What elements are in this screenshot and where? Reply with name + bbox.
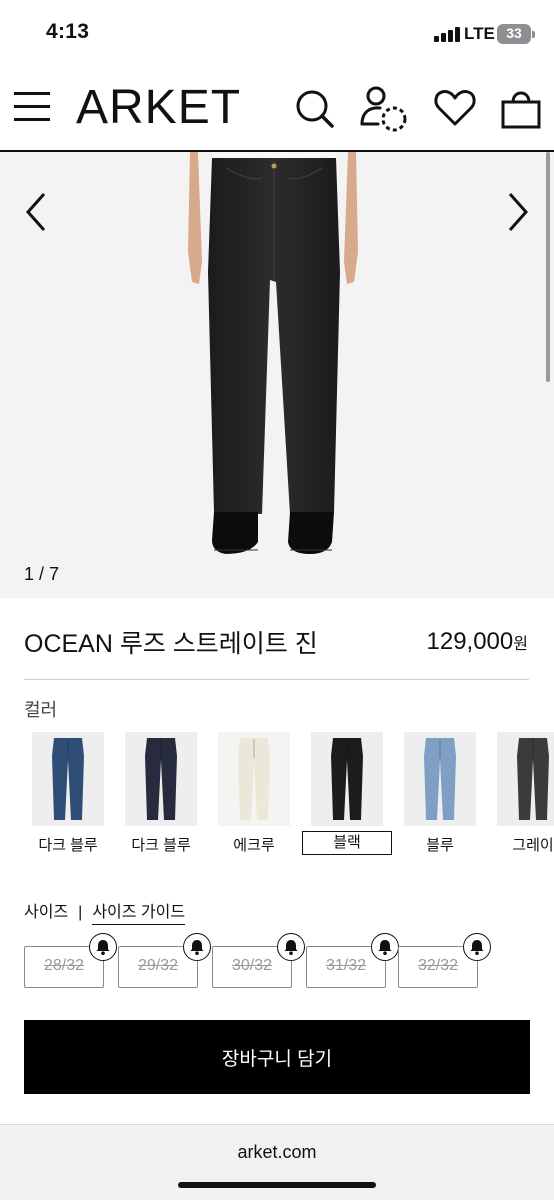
- size-guide-link[interactable]: 사이즈 가이드: [92, 904, 186, 925]
- price-currency: 원: [513, 636, 528, 653]
- product-title: OCEAN 루즈 스트레이트 진: [24, 630, 318, 658]
- size-option-label: 31/32: [325, 957, 367, 974]
- color-swatch-list: 다크 블루 다크 블루 에크루 블랙 블루 그레이: [20, 730, 554, 860]
- previous-image-arrow-icon[interactable]: [18, 190, 58, 234]
- color-swatch-label: 다크 블루: [38, 837, 98, 854]
- color-swatch[interactable]: 블랙: [299, 730, 392, 856]
- color-swatch-image: [497, 732, 554, 826]
- add-to-cart-button[interactable]: 장바구니 담기: [24, 1020, 530, 1094]
- size-option[interactable]: 29/32: [118, 933, 211, 988]
- color-swatch[interactable]: 블루: [392, 730, 485, 856]
- stock-alert-bell-icon[interactable]: [463, 933, 491, 961]
- battery-icon: 33: [497, 24, 531, 44]
- browser-url[interactable]: arket.com: [0, 1142, 554, 1163]
- menu-icon[interactable]: [14, 90, 50, 124]
- size-option-label: 32/32: [417, 957, 459, 974]
- product-price: 129,000원: [427, 628, 529, 656]
- status-bar: 4:13 LTE 33: [0, 0, 554, 66]
- battery-level: 33: [506, 25, 522, 41]
- size-option-label: 30/32: [231, 957, 273, 974]
- divider: [24, 679, 529, 680]
- color-swatch[interactable]: 다크 블루: [113, 730, 206, 856]
- color-swatch[interactable]: 에크루: [206, 730, 299, 856]
- browser-bottom-bar: arket.com: [0, 1124, 554, 1200]
- size-option[interactable]: 32/32: [398, 933, 491, 988]
- color-swatch-image: [404, 732, 476, 826]
- color-swatch-image: [32, 732, 104, 826]
- size-option[interactable]: 30/32: [212, 933, 305, 988]
- shopping-bag-icon[interactable]: [500, 86, 544, 130]
- stock-alert-bell-icon[interactable]: [277, 933, 305, 961]
- color-swatch-label: 에크루: [233, 837, 275, 854]
- product-image-gallery[interactable]: 1 / 7: [0, 152, 554, 598]
- account-icon[interactable]: [360, 86, 410, 132]
- price-value: 129,000: [426, 628, 514, 655]
- page-scrollbar[interactable]: [546, 152, 550, 382]
- size-header: 사이즈 | 사이즈 가이드: [24, 898, 186, 925]
- size-option-label: 28/32: [43, 957, 85, 974]
- status-time: 4:13: [46, 20, 90, 43]
- image-counter: 1 / 7: [24, 564, 60, 584]
- color-swatch-label: 그레이: [512, 837, 554, 854]
- color-swatch-label: 블랙: [302, 831, 392, 855]
- color-swatch-label: 다크 블루: [131, 837, 191, 854]
- wishlist-heart-icon[interactable]: [433, 86, 477, 130]
- size-separator: |: [78, 904, 83, 921]
- battery-tip: [532, 31, 535, 38]
- color-swatch-image: [125, 732, 197, 826]
- size-option-label: 29/32: [137, 957, 179, 974]
- next-image-arrow-icon[interactable]: [500, 190, 540, 234]
- color-swatch[interactable]: 그레이: [485, 730, 554, 856]
- size-label: 사이즈: [24, 904, 69, 921]
- color-label: 컬러: [24, 700, 58, 720]
- color-swatch-image: [311, 732, 383, 826]
- search-icon[interactable]: [292, 86, 336, 130]
- color-swatch-image: [218, 732, 290, 826]
- home-indicator[interactable]: [178, 1182, 376, 1188]
- stock-alert-bell-icon[interactable]: [89, 933, 117, 961]
- product-photo: [188, 152, 358, 554]
- size-option[interactable]: 28/32: [24, 933, 117, 988]
- site-header: ARKET: [0, 66, 554, 152]
- color-swatch-label: 블루: [426, 837, 454, 854]
- network-label: LTE: [464, 24, 495, 43]
- stock-alert-bell-icon[interactable]: [371, 933, 399, 961]
- size-option[interactable]: 31/32: [306, 933, 399, 988]
- color-swatch[interactable]: 다크 블루: [20, 730, 113, 856]
- stock-alert-bell-icon[interactable]: [183, 933, 211, 961]
- brand-logo[interactable]: ARKET: [76, 80, 241, 135]
- cellular-signal-icon: [434, 26, 460, 42]
